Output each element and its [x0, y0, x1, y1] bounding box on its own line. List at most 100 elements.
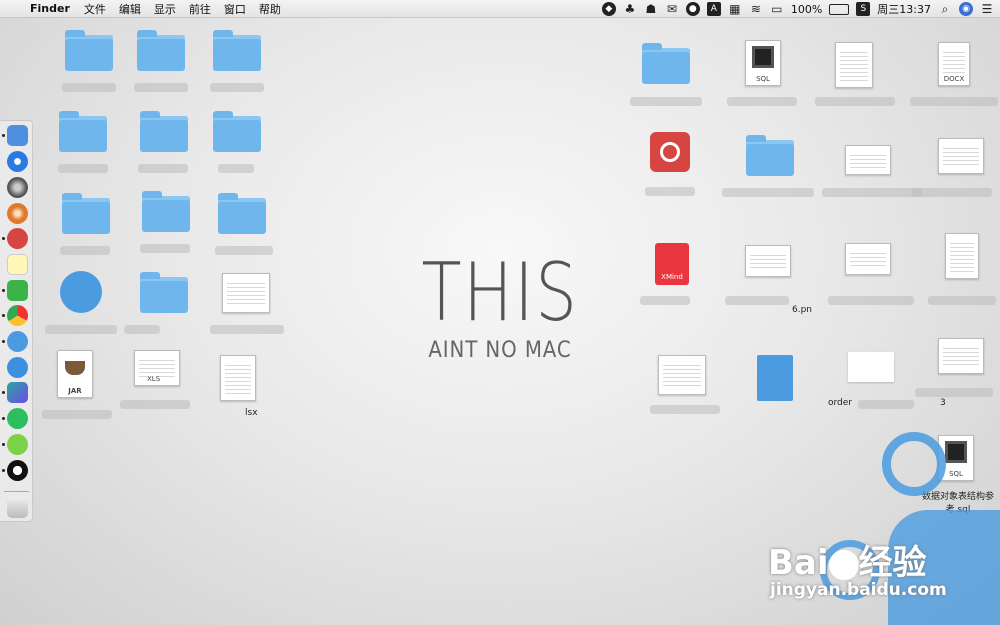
- folder-icon[interactable]: [140, 111, 188, 152]
- spreadsheet-thumbnail-icon[interactable]: [222, 273, 270, 313]
- keyboard-icon[interactable]: ▦: [728, 2, 742, 16]
- menu-view[interactable]: 显示: [154, 1, 176, 17]
- file-label-blurred: [640, 296, 690, 305]
- folder-label-blurred: [62, 83, 116, 92]
- file-label-blurred: [828, 296, 914, 305]
- trash-icon[interactable]: [7, 497, 28, 518]
- menu-edit[interactable]: 编辑: [119, 1, 141, 17]
- running-indicator: [2, 340, 5, 343]
- markdown-file-icon[interactable]: [60, 271, 102, 313]
- image-file-icon[interactable]: [745, 245, 791, 277]
- sogou-icon[interactable]: S: [856, 2, 871, 16]
- chrome-icon[interactable]: [7, 305, 28, 326]
- file-label-blurred: [725, 296, 789, 305]
- markdown-file-icon[interactable]: [757, 355, 793, 401]
- xlsx-file-icon[interactable]: [220, 355, 256, 401]
- menu-window[interactable]: 窗口: [224, 1, 246, 17]
- postman-icon[interactable]: [7, 203, 28, 224]
- file-label-png: 6.pn: [792, 305, 813, 315]
- notes-icon[interactable]: [7, 254, 28, 275]
- folder-icon[interactable]: [642, 43, 690, 84]
- menu-file[interactable]: 文件: [84, 1, 106, 17]
- wifi-icon[interactable]: ≋: [749, 2, 763, 16]
- folder-label-blurred: [218, 164, 254, 173]
- docx-file-icon[interactable]: DOCX: [938, 42, 970, 86]
- spreadsheet-thumbnail-icon[interactable]: [658, 355, 706, 395]
- watermark-brand-text: Bai: [768, 543, 829, 583]
- image-file-icon[interactable]: [845, 243, 891, 275]
- xmind-file-icon[interactable]: XMind: [655, 243, 689, 285]
- safari-icon[interactable]: [7, 151, 28, 172]
- running-indicator: [2, 134, 5, 137]
- folder-label-blurred: [58, 164, 108, 173]
- watermark-url: jingyan.baidu.com: [770, 580, 947, 600]
- facetime-icon[interactable]: [7, 280, 28, 301]
- menu-app-name[interactable]: Finder: [30, 2, 70, 15]
- file-label-lsx: lsx: [245, 408, 258, 418]
- airplay-icon[interactable]: ▭: [770, 2, 784, 16]
- folder-icon[interactable]: [65, 30, 113, 71]
- folder-icon[interactable]: [213, 111, 261, 152]
- folder-label-blurred: [60, 246, 110, 255]
- xls-file-icon[interactable]: XLS: [134, 350, 180, 386]
- markdown-icon[interactable]: [7, 331, 28, 352]
- running-indicator: [2, 443, 5, 446]
- clock[interactable]: 周三13:37: [877, 1, 931, 17]
- document-file-icon[interactable]: [945, 233, 979, 279]
- folder-label-blurred: [630, 97, 702, 106]
- xls-file-icon[interactable]: [938, 338, 984, 374]
- datagrip-icon[interactable]: [7, 382, 28, 403]
- finder-icon[interactable]: [7, 125, 28, 146]
- jar-file-icon[interactable]: JAR: [57, 350, 93, 398]
- wechat-dock-icon[interactable]: [7, 434, 28, 455]
- running-indicator: [2, 391, 5, 394]
- qq-icon[interactable]: ☗: [644, 2, 658, 16]
- dock-divider: [4, 491, 29, 492]
- folder-icon[interactable]: [213, 30, 261, 71]
- sql-file-icon[interactable]: SQL: [745, 40, 781, 86]
- folder-icon[interactable]: [746, 135, 794, 176]
- coffee-cup-icon: [65, 361, 85, 375]
- folder-icon[interactable]: [137, 30, 185, 71]
- file-label-blurred: [727, 97, 797, 106]
- file-label-blurred: [912, 188, 992, 197]
- folder-label-blurred: [140, 244, 190, 253]
- spotlight-search-icon[interactable]: ⌕: [938, 2, 952, 16]
- evernote-icon[interactable]: ♣: [623, 2, 637, 16]
- file-label-blurred: [645, 187, 695, 196]
- folder-icon[interactable]: [62, 193, 110, 234]
- input-method-icon[interactable]: A: [706, 2, 721, 16]
- folder-icon[interactable]: [142, 191, 190, 232]
- netease-music-file-icon[interactable]: [650, 132, 690, 172]
- file-label-blurred: [120, 400, 190, 409]
- jar-tag: JAR: [68, 387, 82, 395]
- watermark-brand-cn: 经验: [858, 543, 927, 583]
- watermark-brand: Bai 经验: [768, 535, 927, 584]
- battery-icon[interactable]: [829, 3, 850, 15]
- evernote-dock-icon[interactable]: [7, 408, 28, 429]
- menu-help[interactable]: 帮助: [259, 1, 281, 17]
- image-file-icon[interactable]: [845, 145, 891, 175]
- paper-plane-icon[interactable]: [7, 357, 28, 378]
- qq-dock-icon[interactable]: [7, 460, 28, 481]
- running-indicator: [2, 417, 5, 420]
- launchpad-icon[interactable]: [7, 177, 28, 198]
- record-icon[interactable]: ●: [685, 2, 700, 16]
- xlsx-file-icon[interactable]: [938, 138, 984, 174]
- siri-icon[interactable]: ◉: [959, 2, 973, 16]
- folder-icon[interactable]: [218, 193, 266, 234]
- folder-icon[interactable]: [140, 272, 188, 313]
- xls-tag: XLS: [147, 375, 161, 383]
- menu-go[interactable]: 前往: [189, 1, 211, 17]
- wallpaper-subtitle: AINT NO MAC: [428, 338, 572, 363]
- wechat-icon[interactable]: ✉: [665, 2, 679, 16]
- notification-center-icon[interactable]: ☰: [980, 2, 994, 16]
- image-file-icon[interactable]: [848, 352, 894, 382]
- folder-label-blurred: [134, 83, 188, 92]
- compass-icon[interactable]: ◆: [601, 2, 616, 16]
- folder-icon[interactable]: [59, 111, 107, 152]
- netease-music-icon[interactable]: [7, 228, 28, 249]
- running-indicator: [2, 469, 5, 472]
- folder-label-blurred: [138, 164, 188, 173]
- document-file-icon[interactable]: [835, 42, 873, 88]
